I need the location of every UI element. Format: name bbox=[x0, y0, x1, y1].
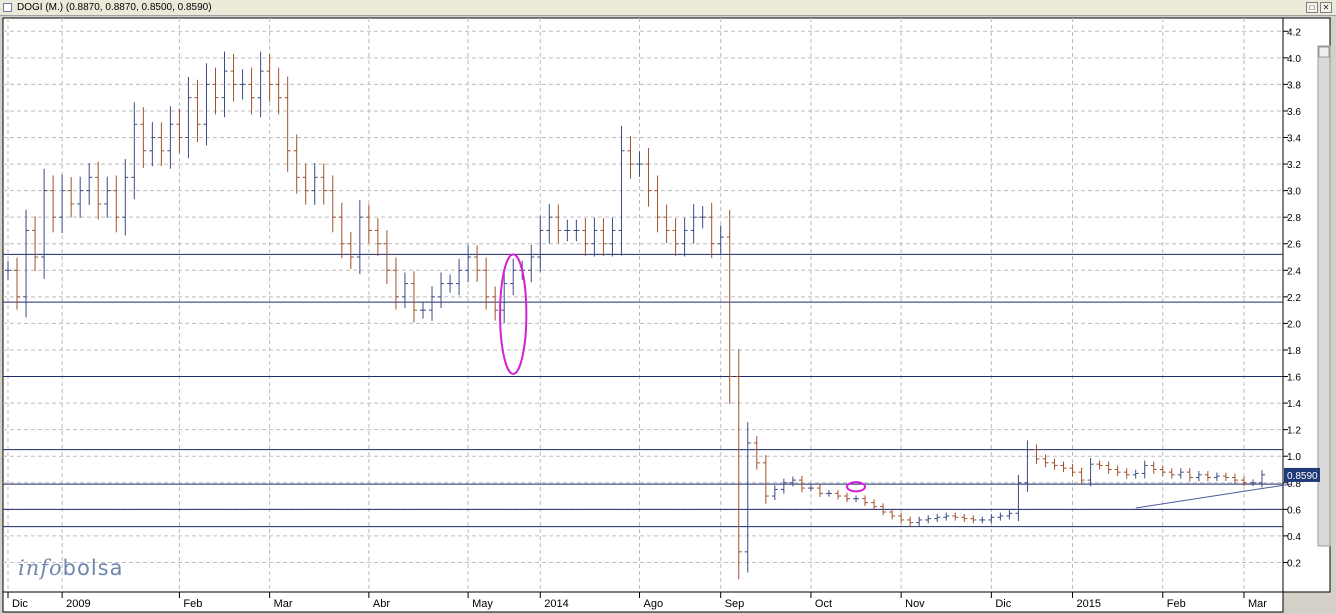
y-tick-label: 3.2 bbox=[1287, 160, 1301, 171]
y-tick-label: 0.2 bbox=[1287, 558, 1301, 569]
y-tick-label: 3.0 bbox=[1287, 187, 1301, 198]
x-tick-label: 2014 bbox=[544, 598, 568, 610]
y-tick-label: 2.4 bbox=[1287, 266, 1301, 277]
y-tick-label: 1.2 bbox=[1287, 426, 1301, 437]
y-tick-label: 2.8 bbox=[1287, 213, 1301, 224]
x-tick-label: Feb bbox=[183, 598, 202, 610]
y-tick-label: 0.4 bbox=[1287, 532, 1301, 543]
chart: 4.2 4.0 3.8 3.6 3.4 3.2 3.0 2.8 2.6 2.4 2.2 2.0 1.8 1… bbox=[0, 16, 1336, 614]
x-tick-label: Mar bbox=[274, 598, 293, 610]
x-tick-label: Nov bbox=[905, 598, 925, 610]
y-tick-label: 2.6 bbox=[1287, 240, 1301, 251]
x-tick-label: Abr bbox=[373, 598, 390, 610]
window-title: DOGI (M.) (0.8870, 0.8870, 0.8500, 0.859… bbox=[17, 2, 212, 13]
x-tick-label: Feb bbox=[1167, 598, 1186, 610]
x-tick-label: 2009 bbox=[66, 598, 90, 610]
y-tick-label: 0.6 bbox=[1287, 505, 1301, 516]
chart-window-icon bbox=[3, 3, 12, 12]
close-button[interactable]: ✕ bbox=[1320, 2, 1332, 13]
x-tick-label: Dic bbox=[12, 598, 28, 610]
x-tick-label: Mar bbox=[1248, 598, 1267, 610]
restore-button[interactable]: □ bbox=[1306, 2, 1318, 13]
watermark-part2: bolsa bbox=[62, 556, 124, 580]
y-tick-label: 1.4 bbox=[1287, 399, 1301, 410]
y-tick-label: 4.2 bbox=[1287, 27, 1301, 38]
y-tick-label: 1.0 bbox=[1287, 452, 1301, 463]
x-tick-label: Ago bbox=[644, 598, 664, 610]
infobolsa-watermark: infobolsa bbox=[18, 556, 124, 580]
x-tick-label: 2015 bbox=[1077, 598, 1101, 610]
y-tick-label: 1.8 bbox=[1287, 346, 1301, 357]
x-tick-label: Sep bbox=[725, 598, 745, 610]
y-tick-label: 1.6 bbox=[1287, 373, 1301, 384]
y-tick-label: 2.2 bbox=[1287, 293, 1301, 304]
x-tick-label: Oct bbox=[815, 598, 832, 610]
y-tick-label: 4.0 bbox=[1287, 54, 1301, 65]
scroll-up-button[interactable] bbox=[1318, 46, 1330, 58]
y-tick-label: 3.6 bbox=[1287, 107, 1301, 118]
x-tick-label: May bbox=[472, 598, 493, 610]
y-tick-label: 2.0 bbox=[1287, 319, 1301, 330]
plot-area bbox=[2, 17, 1284, 593]
last-price-label: 0.8590 bbox=[1287, 471, 1318, 482]
x-tick-label: Dic bbox=[995, 598, 1011, 610]
y-tick-label: 3.4 bbox=[1287, 134, 1301, 145]
watermark-part1: info bbox=[18, 556, 63, 580]
y-tick-label: 3.8 bbox=[1287, 80, 1301, 91]
window-titlebar: DOGI (M.) (0.8870, 0.8870, 0.8500, 0.859… bbox=[0, 0, 1336, 16]
